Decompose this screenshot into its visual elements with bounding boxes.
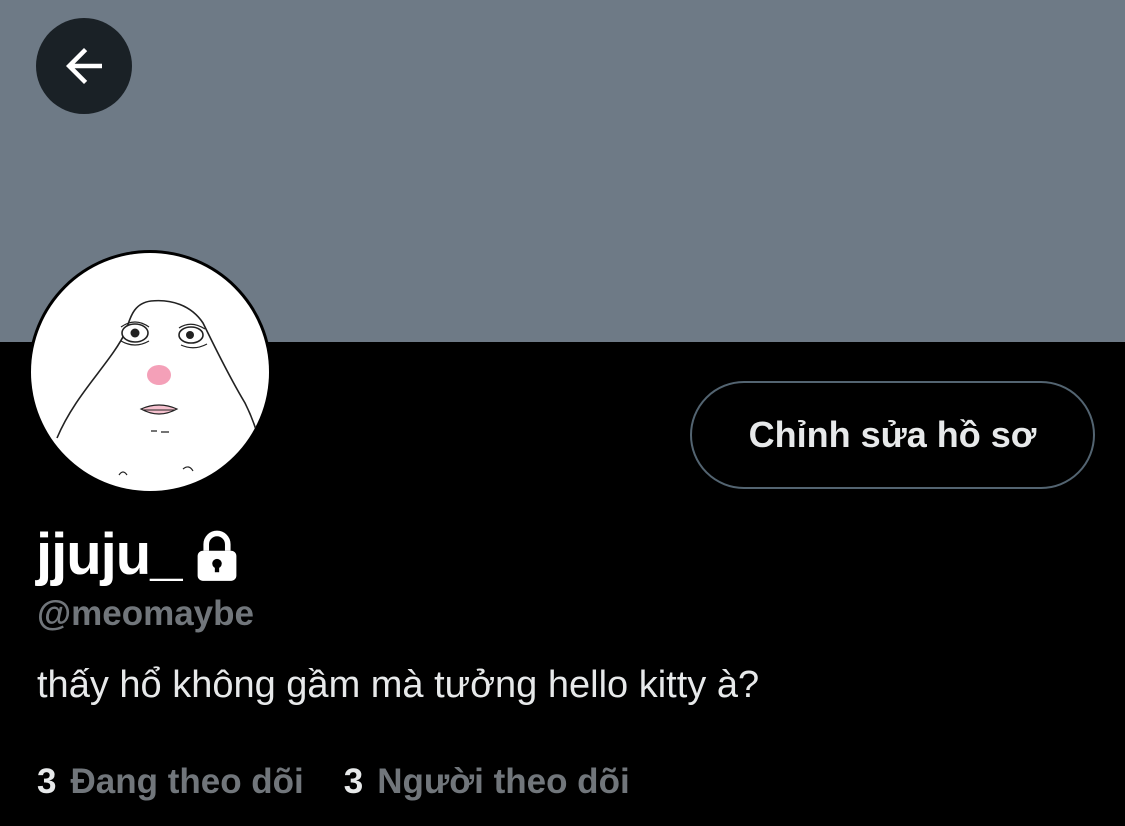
followers-label: Người theo dõi xyxy=(377,762,630,801)
avatar[interactable] xyxy=(28,250,272,494)
edit-profile-button[interactable]: Chỉnh sửa hồ sơ xyxy=(690,381,1095,489)
following-count: 3 xyxy=(37,762,57,801)
name-row: jjuju_ xyxy=(36,520,243,590)
back-button[interactable] xyxy=(36,18,132,114)
bio-text: thấy hổ không gầm mà tưởng hello kitty à… xyxy=(37,664,760,706)
followers-count: 3 xyxy=(343,762,364,801)
lock-icon xyxy=(191,527,243,583)
arrow-left-icon xyxy=(57,39,111,93)
followers-link[interactable]: 3 Người theo dõi xyxy=(344,758,630,806)
profile-page: Chỉnh sửa hồ sơ jjuju_ @meomaybe thấy hổ… xyxy=(0,0,1125,826)
avatar-image xyxy=(31,253,269,491)
following-label: Đang theo dõi xyxy=(70,762,304,801)
user-handle: @meomaybe xyxy=(37,594,254,633)
following-link[interactable]: 3 Đang theo dõi xyxy=(37,758,304,806)
follow-stats: 3 Đang theo dõi 3 Người theo dõi xyxy=(37,758,670,806)
display-name: jjuju_ xyxy=(36,522,182,587)
